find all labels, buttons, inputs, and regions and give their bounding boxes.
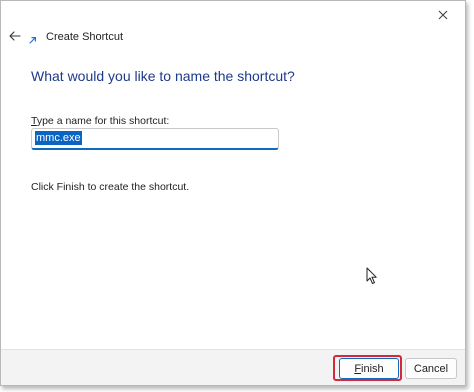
shortcut-name-value: mmc.exe <box>35 131 82 145</box>
back-button[interactable] <box>7 29 23 45</box>
back-arrow-icon <box>9 28 21 46</box>
close-icon <box>438 7 448 25</box>
close-button[interactable] <box>421 1 465 31</box>
cancel-button[interactable]: Cancel <box>405 358 457 379</box>
finish-button[interactable]: Finish <box>339 358 399 379</box>
finish-button-hotkey: F <box>354 362 362 375</box>
page-heading: What would you like to name the shortcut… <box>31 68 295 84</box>
name-field-label-text: ype a name for this shortcut: <box>36 115 170 127</box>
create-shortcut-dialog: Create Shortcut What would you like to n… <box>0 0 466 386</box>
shortcut-icon <box>27 33 39 45</box>
name-field-label: Type a name for this shortcut: <box>31 115 169 127</box>
wizard-title: Create Shortcut <box>46 31 124 43</box>
shortcut-name-input[interactable]: mmc.exe <box>31 128 279 150</box>
mouse-pointer-icon <box>366 267 378 285</box>
instruction-text: Click Finish to create the shortcut. <box>31 181 190 193</box>
dialog-footer: Finish Cancel <box>1 349 465 385</box>
finish-button-label: inish <box>361 362 384 375</box>
